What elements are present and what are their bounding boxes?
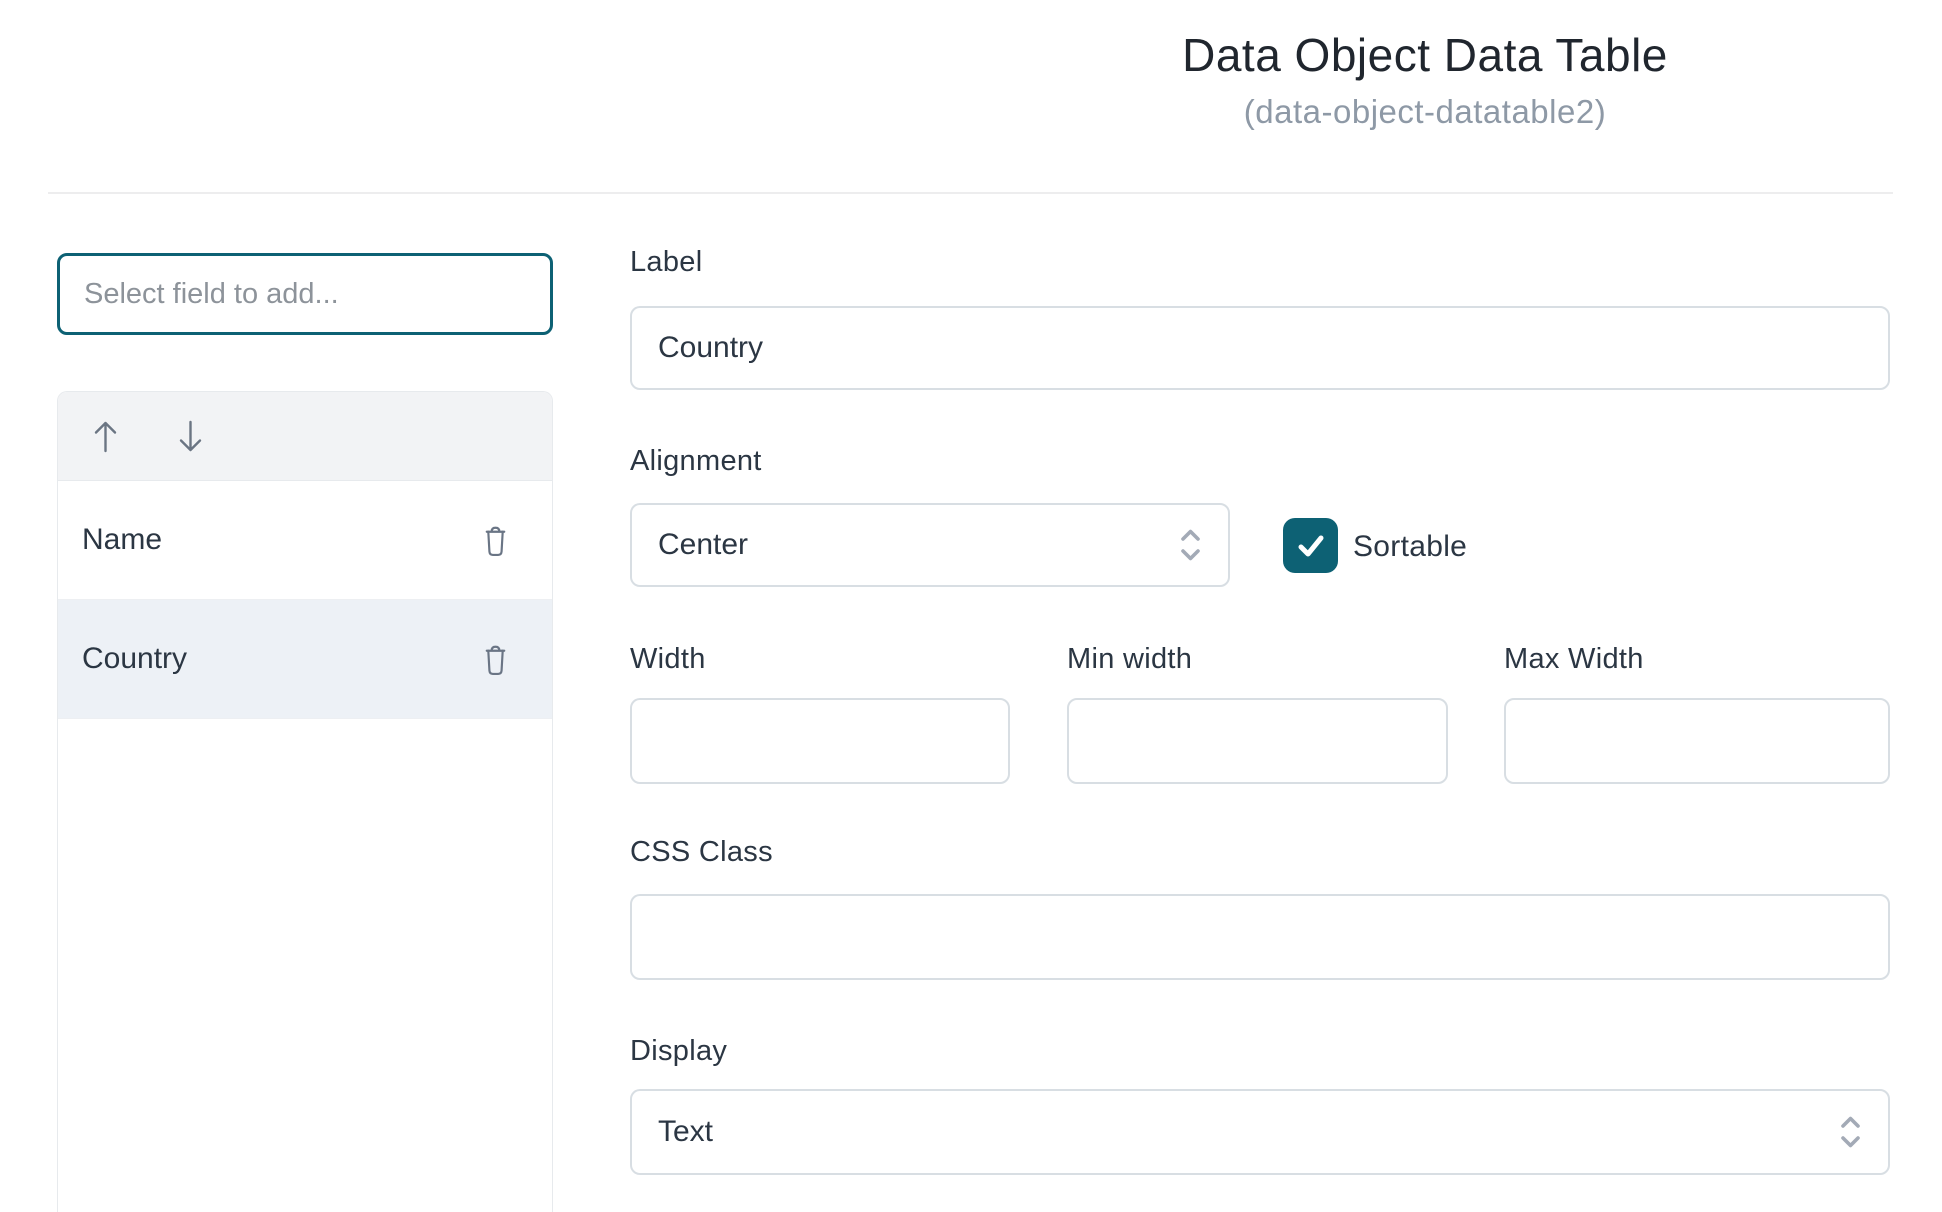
min-width-input[interactable]	[1067, 698, 1448, 784]
select-caret-icon	[1179, 528, 1202, 562]
alignment-select-value: Center	[658, 528, 748, 562]
width-input[interactable]	[630, 698, 1010, 784]
display-select[interactable]: Text	[630, 1089, 1890, 1175]
field-row-label: Country	[82, 642, 187, 676]
field-row-label: Name	[82, 523, 162, 557]
display-label: Display	[630, 1035, 727, 1068]
move-up-button[interactable]	[92, 420, 119, 453]
label-field-label: Label	[630, 246, 702, 279]
delete-field-button[interactable]	[481, 523, 510, 558]
css-class-label: CSS Class	[630, 836, 773, 869]
column-settings-form: Label Alignment Center Sortable Width Mi…	[630, 0, 1890, 1212]
alignment-select[interactable]: Center	[630, 503, 1230, 587]
fields-panel: Name Country	[57, 391, 553, 1212]
checkmark-icon	[1295, 530, 1327, 562]
sortable-checkbox[interactable]	[1283, 518, 1338, 573]
field-row[interactable]: Name	[58, 481, 552, 600]
trash-icon	[481, 523, 510, 558]
min-width-label: Min width	[1067, 643, 1192, 676]
select-caret-icon	[1839, 1115, 1862, 1149]
sortable-label: Sortable	[1353, 530, 1467, 564]
max-width-label: Max Width	[1504, 643, 1644, 676]
label-input[interactable]	[630, 306, 1890, 390]
arrow-down-icon	[177, 420, 204, 453]
field-picker-input[interactable]	[57, 253, 553, 335]
fields-list-toolbar	[58, 392, 552, 481]
delete-field-button[interactable]	[481, 642, 510, 677]
field-row[interactable]: Country	[58, 600, 552, 719]
page-root: Data Object Data Table (data-object-data…	[0, 0, 1942, 1212]
width-label: Width	[630, 643, 706, 676]
display-select-value: Text	[658, 1115, 713, 1149]
trash-icon	[481, 642, 510, 677]
move-down-button[interactable]	[177, 420, 204, 453]
arrow-up-icon	[92, 420, 119, 453]
css-class-input[interactable]	[630, 894, 1890, 980]
max-width-input[interactable]	[1504, 698, 1890, 784]
alignment-label: Alignment	[630, 445, 762, 478]
